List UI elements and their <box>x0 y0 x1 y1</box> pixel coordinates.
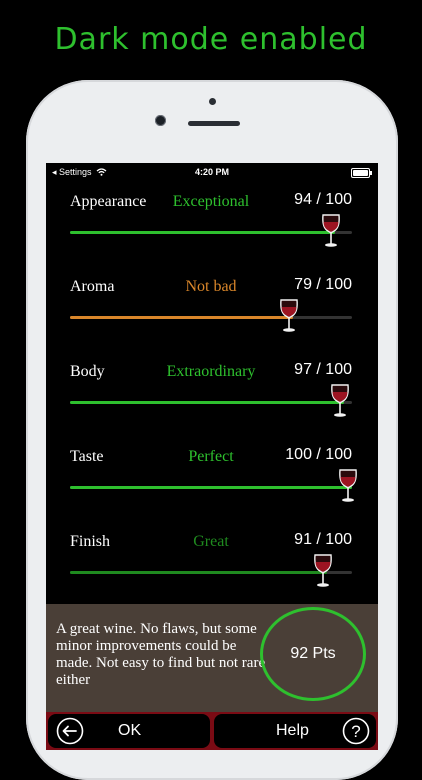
wine-glass-icon[interactable] <box>279 299 299 333</box>
summary-text: A great wine. No flaws, but some minor i… <box>56 621 266 688</box>
banner-title: Dark mode enabled <box>54 22 368 57</box>
question-icon: ? <box>342 717 370 745</box>
criterion-row-finish: Finish Great 91 / 100 <box>46 531 378 613</box>
help-label: Help <box>276 722 309 739</box>
criterion-name: Finish <box>70 533 111 550</box>
slider-fill <box>70 571 327 574</box>
criterion-slider[interactable] <box>70 554 352 587</box>
criterion-name: Appearance <box>70 193 147 210</box>
criterion-rating: Extraordinary <box>166 363 256 380</box>
criterion-score: 91 / 100 <box>294 531 352 548</box>
criterion-rating: Perfect <box>188 448 234 465</box>
criterion-slider[interactable] <box>70 214 352 247</box>
criterion-row-appearance: Appearance Exceptional 94 / 100 <box>46 191 378 273</box>
front-camera <box>155 115 166 126</box>
criterion-score: 100 / 100 <box>285 446 352 463</box>
wine-glass-icon[interactable] <box>338 469 358 503</box>
criterion-rating: Exceptional <box>172 193 250 210</box>
slider-fill <box>70 401 344 404</box>
criterion-row-taste: Taste Perfect 100 / 100 <box>46 446 378 528</box>
criterion-name: Body <box>70 363 105 380</box>
ok-label: OK <box>118 722 142 739</box>
svg-text:?: ? <box>351 722 360 741</box>
status-bar: ◂ Settings 4:20 PM <box>46 163 378 181</box>
criterion-score: 97 / 100 <box>294 361 352 378</box>
help-button[interactable]: Help ? <box>214 714 376 748</box>
status-time: 4:20 PM <box>194 167 229 177</box>
criterion-row-aroma: Aroma Not bad 79 / 100 <box>46 276 378 358</box>
app-screen: ◂ Settings 4:20 PM Appearance Exceptional… <box>46 163 378 750</box>
criterion-slider[interactable] <box>70 384 352 417</box>
criterion-rating: Not bad <box>185 278 237 295</box>
battery-icon <box>351 168 372 178</box>
points-badge: 92 Pts <box>260 607 366 701</box>
wine-glass-icon[interactable] <box>330 384 350 418</box>
criterion-score: 94 / 100 <box>294 191 352 208</box>
button-bar: OK Help ? <box>46 712 378 750</box>
front-sensor <box>209 98 216 105</box>
criterion-name: Taste <box>70 448 104 465</box>
criterion-slider[interactable] <box>70 469 357 502</box>
wine-glass-icon[interactable] <box>321 214 341 248</box>
criterion-slider[interactable] <box>70 299 352 332</box>
earpiece-speaker <box>188 121 240 126</box>
back-arrow-icon <box>56 717 84 745</box>
criterion-rating: Great <box>193 533 229 550</box>
criterion-score: 79 / 100 <box>294 276 352 293</box>
summary-panel: A great wine. No flaws, but some minor i… <box>46 604 378 712</box>
slider-fill <box>70 231 335 234</box>
slider-fill <box>70 316 293 319</box>
criterion-name: Aroma <box>70 278 115 295</box>
ok-button[interactable]: OK <box>48 714 210 748</box>
criterion-row-body: Body Extraordinary 97 / 100 <box>46 361 378 443</box>
slider-fill <box>70 486 352 489</box>
wine-glass-icon[interactable] <box>313 554 333 588</box>
